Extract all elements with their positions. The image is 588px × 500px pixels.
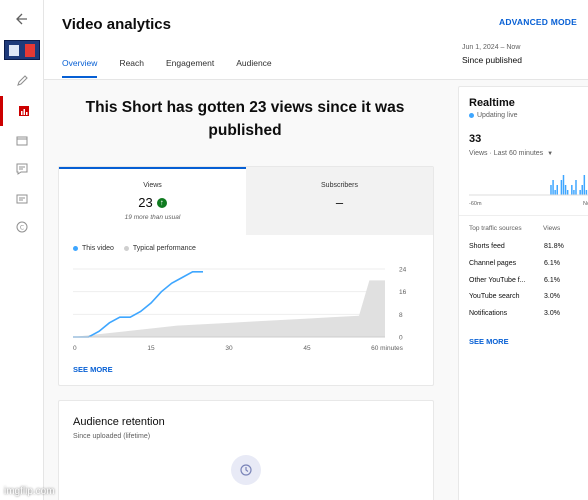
period-selector[interactable]: Jun 1, 2024 – Now Since published xyxy=(462,44,522,65)
source-pct: 6.1% xyxy=(544,260,560,267)
advanced-mode-button[interactable]: ADVANCED MODE xyxy=(499,17,577,27)
x-tick-label: 0 xyxy=(73,345,77,352)
realtime-bar xyxy=(556,185,558,195)
source-name: Channel pages xyxy=(469,260,517,267)
summary-headline: This Short has gotten 23 views since it … xyxy=(85,99,405,140)
views-card: Views 23 ↑ 19 more than usual Subscriber… xyxy=(58,166,434,386)
realtime-bar xyxy=(571,185,573,195)
realtime-card: Realtime Updating live 33 Views · Last 6… xyxy=(458,86,588,500)
realtime-views-dropdown[interactable]: Views · Last 60 minutes ▼ xyxy=(469,150,553,157)
comments-icon[interactable] xyxy=(0,154,44,184)
source-pct: 6.1% xyxy=(544,277,560,284)
source-name: Other YouTube f... xyxy=(469,277,526,284)
realtime-updating-label: Updating live xyxy=(477,112,518,119)
realtime-bar xyxy=(583,175,586,195)
views-see-more-link[interactable]: SEE MORE xyxy=(73,365,113,374)
subtitles-icon[interactable] xyxy=(0,184,44,214)
realtime-bar xyxy=(562,175,565,195)
source-name: Shorts feed xyxy=(469,243,505,250)
period-range: Jun 1, 2024 – Now xyxy=(462,44,521,51)
realtime-bar xyxy=(560,180,563,195)
realtime-count: 33 xyxy=(469,133,482,145)
retention-subtitle: Since uploaded (lifetime) xyxy=(73,433,151,440)
source-name: YouTube search xyxy=(469,293,520,300)
realtime-bar xyxy=(554,190,556,195)
left-rail: C xyxy=(0,0,44,500)
period-label: Since published xyxy=(462,55,523,65)
audience-retention-card: Audience retention Since uploaded (lifet… xyxy=(58,400,434,500)
clock-icon xyxy=(231,455,261,485)
x-tick-label: 45 xyxy=(303,345,311,352)
realtime-bar xyxy=(573,190,575,195)
tab-bar: Overview Reach Engagement Audience xyxy=(62,58,294,78)
page-header: Video analytics ADVANCED MODE Overview R… xyxy=(44,0,588,80)
typical-performance-area xyxy=(73,280,385,337)
realtime-bar xyxy=(575,180,577,195)
tab-overview[interactable]: Overview xyxy=(62,58,98,78)
x-tick-label: 60 minutes xyxy=(371,345,404,352)
back-arrow-icon[interactable] xyxy=(0,4,44,34)
page-title: Video analytics xyxy=(62,16,171,33)
live-dot-icon xyxy=(469,113,474,118)
copyright-icon[interactable]: C xyxy=(0,212,44,242)
realtime-status: Updating live xyxy=(469,112,517,119)
realtime-bar xyxy=(581,185,583,195)
realtime-bar xyxy=(550,185,552,195)
realtime-axis-start: -60m xyxy=(469,201,482,207)
x-tick-label: 30 xyxy=(225,345,233,352)
views-chart: 24 16 8 0 0 15 30 45 60 minutes xyxy=(73,267,407,352)
traffic-sources-col: Views xyxy=(543,225,561,232)
realtime-bar xyxy=(566,190,569,195)
source-pct: 81.8% xyxy=(544,243,564,250)
y-tick-label: 0 xyxy=(399,335,403,342)
realtime-views-label: Views · Last 60 minutes xyxy=(469,150,544,157)
x-tick-label: 15 xyxy=(147,345,155,352)
watermark: imgflip.com xyxy=(4,486,55,497)
analytics-icon[interactable] xyxy=(0,96,44,126)
caret-down-icon: ▼ xyxy=(547,151,554,157)
realtime-bar xyxy=(585,190,588,195)
tab-audience[interactable]: Audience xyxy=(236,58,271,78)
video-thumbnail[interactable] xyxy=(4,40,40,60)
realtime-bar xyxy=(552,180,554,195)
y-tick-label: 16 xyxy=(399,289,407,296)
traffic-sources-header: Top traffic sources xyxy=(469,225,522,232)
tab-engagement[interactable]: Engagement xyxy=(166,58,214,78)
realtime-title: Realtime xyxy=(469,97,515,109)
y-tick-label: 8 xyxy=(399,312,403,319)
realtime-bar xyxy=(579,190,581,195)
realtime-axis-end: No xyxy=(583,201,588,207)
editor-icon[interactable] xyxy=(0,126,44,156)
realtime-see-more-link[interactable]: SEE MORE xyxy=(469,337,509,346)
source-name: Notifications xyxy=(469,310,508,317)
tab-reach[interactable]: Reach xyxy=(119,58,144,78)
divider xyxy=(459,215,588,216)
y-tick-label: 24 xyxy=(399,267,407,274)
source-pct: 3.0% xyxy=(544,293,560,300)
retention-title: Audience retention xyxy=(73,416,165,428)
svg-text:C: C xyxy=(20,224,24,231)
realtime-bar xyxy=(564,185,567,195)
source-pct: 3.0% xyxy=(544,310,560,317)
realtime-bar-chart xyxy=(469,175,588,196)
pencil-icon[interactable] xyxy=(0,66,44,96)
